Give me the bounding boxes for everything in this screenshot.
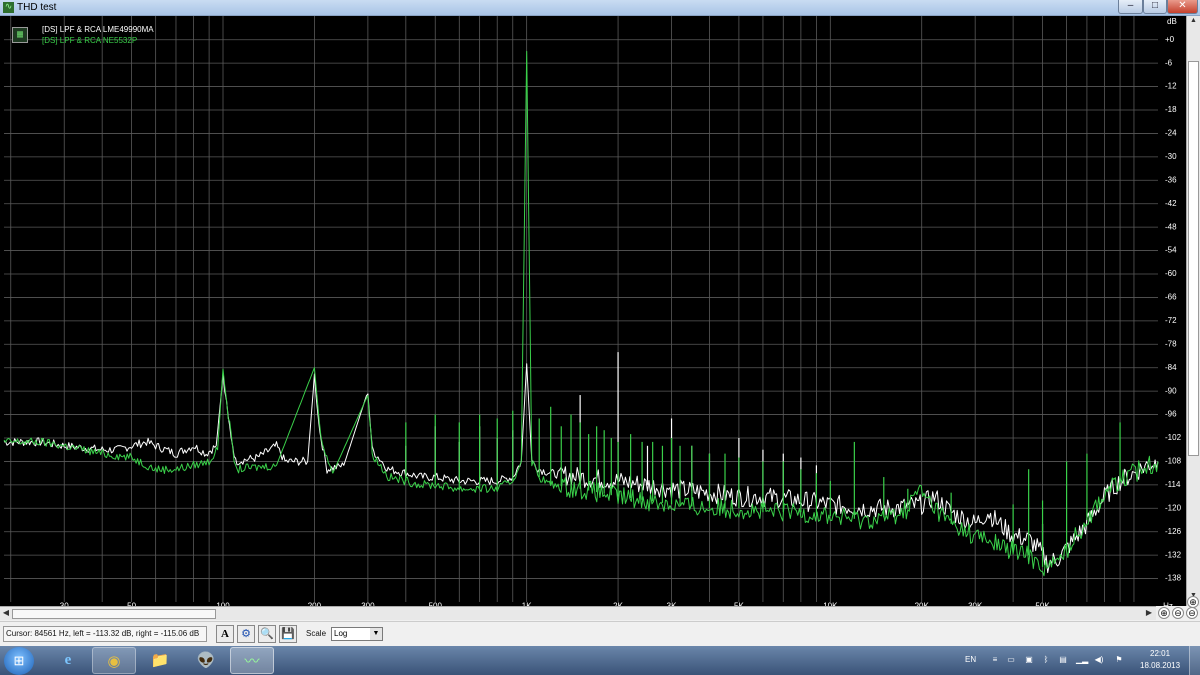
show-desktop-button[interactable]	[1189, 646, 1200, 675]
title-bar[interactable]: ∿ THD test – □ ✕	[0, 0, 1200, 16]
y-unit-label: dB	[1167, 17, 1177, 26]
network-signal-icon[interactable]: ▁▂	[1076, 655, 1088, 665]
y-tick-label: -78	[1165, 339, 1177, 348]
y-tick-label: -138	[1165, 574, 1182, 583]
scale-select-value: Log	[334, 629, 348, 638]
legend-entry-lme49990: [DS] LPF & RCA LME49990MA	[42, 25, 154, 34]
y-tick-label: -18	[1165, 105, 1177, 114]
maximize-button[interactable]: □	[1143, 0, 1167, 14]
y-tick-label: -6	[1165, 58, 1173, 67]
y-tick-label: -102	[1165, 433, 1182, 442]
x-unit-label: Hz	[1163, 602, 1173, 606]
tray-display-icon[interactable]: ▭	[1006, 655, 1016, 665]
bluetooth-icon[interactable]: ᛒ	[1041, 655, 1051, 665]
y-tick-label: -96	[1165, 410, 1177, 419]
horizontal-scroll-thumb[interactable]	[12, 609, 216, 619]
y-tick-label: -126	[1165, 527, 1182, 536]
clock-time[interactable]: 22:01	[1150, 649, 1170, 658]
y-tick-label: -60	[1165, 269, 1177, 278]
y-tick-label: -36	[1165, 175, 1177, 184]
y-tick-label: -120	[1165, 503, 1182, 512]
start-button[interactable]: ⊞	[4, 647, 34, 675]
alien-app-icon[interactable]: 👽	[184, 647, 228, 674]
scale-select[interactable]: Log ▼	[331, 627, 383, 641]
spectrum-chart[interactable]: 30501002003005001K2K3K5K10K20K30K50KHz +…	[0, 16, 1186, 606]
tray-device-icon[interactable]: ▤	[1058, 655, 1068, 665]
scroll-left-arrow-icon[interactable]: ◀	[1, 608, 11, 620]
zoom-in-x-icon[interactable]: ⊕	[1158, 607, 1170, 619]
y-tick-label: -48	[1165, 222, 1177, 231]
zoom-tool-icon[interactable]: 🔍	[258, 625, 276, 643]
save-icon[interactable]: 💾	[279, 625, 297, 643]
chevron-down-icon[interactable]: ▼	[370, 628, 382, 640]
volume-icon[interactable]: ◀)	[1094, 655, 1104, 665]
scroll-right-arrow-icon[interactable]: ▶	[1144, 608, 1154, 620]
vertical-scroll-thumb[interactable]	[1188, 61, 1199, 456]
internet-explorer-icon[interactable]: e	[46, 647, 90, 674]
y-tick-label: -42	[1165, 199, 1177, 208]
y-tick-label: -84	[1165, 363, 1177, 372]
tray-monitor-icon[interactable]: ▣	[1024, 655, 1034, 665]
series-line-1	[3, 50, 1159, 577]
settings-icon[interactable]: ⚙	[237, 625, 255, 643]
y-tick-label: -132	[1165, 550, 1182, 559]
taskbar: ⊞ e ◉ 📁 👽 〰 EN ≡ ▭ ▣ ᛒ ▤ ▁▂ ◀) ⚑ 22:01 1…	[0, 646, 1200, 675]
scroll-up-arrow-icon[interactable]: ▲	[1188, 17, 1199, 29]
annotation-tool-icon[interactable]: A	[216, 625, 234, 643]
close-button[interactable]: ✕	[1167, 0, 1198, 14]
window-title: THD test	[17, 2, 57, 13]
waveform-app-icon: ∿	[3, 2, 14, 13]
horizontal-scrollbar[interactable]: ◀ ▶	[0, 606, 1156, 620]
y-tick-label: -114	[1165, 480, 1181, 489]
y-tick-label: -90	[1165, 386, 1177, 395]
y-tick-label: -72	[1165, 316, 1177, 325]
spectrum-plot-area[interactable]: 30501002003005001K2K3K5K10K20K30K50KHz +…	[0, 16, 1200, 606]
app-window: ∿ THD test – □ ✕ 30501002003005001K2K3K5…	[0, 0, 1200, 646]
minimize-button[interactable]: –	[1118, 0, 1143, 14]
chrome-icon[interactable]: ◉	[92, 647, 136, 674]
y-tick-label: -108	[1165, 457, 1182, 466]
status-bar: Cursor: 84561 Hz, left = -113.32 dB, rig…	[0, 621, 1200, 646]
y-tick-label: -12	[1165, 82, 1177, 91]
y-tick-label: -54	[1165, 246, 1177, 255]
grid-legend-icon[interactable]: ▦	[12, 27, 28, 43]
clock-date[interactable]: 18.08.2013	[1140, 661, 1180, 670]
tray-menu-icon[interactable]: ≡	[990, 655, 1000, 665]
y-tick-label: -30	[1165, 152, 1177, 161]
scale-label: Scale	[306, 629, 327, 638]
y-tick-label: +0	[1165, 35, 1175, 44]
file-explorer-icon[interactable]: 📁	[138, 647, 182, 674]
action-center-icon[interactable]: ⚑	[1114, 655, 1124, 665]
thd-app-icon[interactable]: 〰	[230, 647, 274, 674]
legend-entry-ne5532: [DS] LPF & RCA NE5532P	[42, 36, 138, 45]
y-tick-label: -24	[1165, 129, 1177, 138]
language-indicator[interactable]: EN	[965, 655, 976, 664]
y-tick-label: -66	[1165, 293, 1177, 302]
cursor-readout: Cursor: 84561 Hz, left = -113.32 dB, rig…	[3, 626, 207, 642]
zoom-out-x-icon[interactable]: ⊖	[1172, 607, 1184, 619]
zoom-out-y-icon[interactable]: ⊖	[1186, 607, 1198, 619]
vertical-scrollbar[interactable]: ▲ ▼	[1186, 16, 1200, 606]
